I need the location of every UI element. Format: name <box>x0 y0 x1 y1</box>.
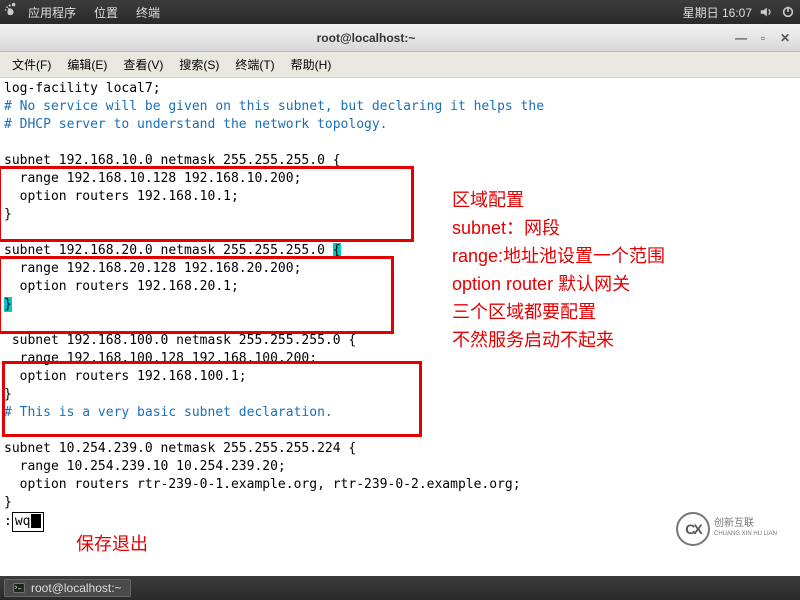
annotation-line: 不然服务启动不起来 <box>452 326 665 354</box>
menu-help[interactable]: 帮助(H) <box>285 54 338 75</box>
terminal-icon <box>13 582 25 594</box>
panel-places[interactable]: 位置 <box>86 2 126 23</box>
panel-applications[interactable]: 应用程序 <box>20 2 84 23</box>
highlight-box-subnet20 <box>0 256 394 334</box>
text-cursor <box>31 514 41 528</box>
logo-mark: CX <box>676 512 710 546</box>
terminal-comment: # No service will be given on this subne… <box>4 98 796 116</box>
annotation-block: 区域配置 subnet：网段 range:地址池设置一个范围 option ro… <box>452 186 665 354</box>
window-maximize-button[interactable]: ▫ <box>754 29 772 47</box>
highlight-box-subnet100 <box>2 361 422 437</box>
volume-icon[interactable] <box>758 4 774 20</box>
terminal-line: subnet 10.254.239.0 netmask 255.255.255.… <box>4 440 796 458</box>
menu-view[interactable]: 查看(V) <box>117 54 169 75</box>
window-minimize-button[interactable]: — <box>732 29 750 47</box>
gnome-foot-icon <box>4 2 18 16</box>
terminal-viewport[interactable]: log-facility local7; # No service will b… <box>0 78 800 576</box>
window-title: root@localhost:~ <box>0 31 732 45</box>
annotation-line: range:地址池设置一个范围 <box>452 242 665 270</box>
annotation-line: subnet：网段 <box>452 214 665 242</box>
taskbar-item-label: root@localhost:~ <box>31 581 122 595</box>
terminal-line <box>4 134 796 152</box>
watermark-logo: CX 创新互联 CHUANG XIN HU LIAN <box>676 510 796 548</box>
panel-clock[interactable]: 星期日 16:07 <box>683 4 752 21</box>
terminal-menubar: 文件(F) 编辑(E) 查看(V) 搜索(S) 终端(T) 帮助(H) <box>0 52 800 78</box>
logo-text-cn: 创新互联 <box>714 518 777 529</box>
terminal-line: option routers rtr-239-0-1.example.org, … <box>4 476 796 494</box>
highlight-box-subnet10 <box>0 166 414 242</box>
annotation-line: option router 默认网关 <box>452 270 665 298</box>
annotation-line: 三个区域都要配置 <box>452 298 665 326</box>
menu-terminal[interactable]: 终端(T) <box>229 54 280 75</box>
gnome-top-panel: 应用程序 位置 终端 星期日 16:07 <box>0 0 800 24</box>
terminal-line: log-facility local7; <box>4 80 796 98</box>
taskbar-item-terminal[interactable]: root@localhost:~ <box>4 579 131 597</box>
menu-search[interactable]: 搜索(S) <box>173 54 225 75</box>
power-icon[interactable] <box>780 4 796 20</box>
logo-text-en: CHUANG XIN HU LIAN <box>714 529 777 540</box>
menu-file[interactable]: 文件(F) <box>6 54 57 75</box>
terminal-comment: # DHCP server to understand the network … <box>4 116 796 134</box>
annotation-line: 区域配置 <box>452 186 665 214</box>
menu-edit[interactable]: 编辑(E) <box>61 54 113 75</box>
panel-terminal[interactable]: 终端 <box>128 2 168 23</box>
annotation-save-exit: 保存退出 <box>76 530 148 558</box>
terminal-line: subnet 192.168.100.0 netmask 255.255.255… <box>4 332 796 350</box>
window-titlebar: root@localhost:~ — ▫ ✕ <box>0 24 800 52</box>
window-close-button[interactable]: ✕ <box>776 29 794 47</box>
gnome-bottom-panel: root@localhost:~ <box>0 576 800 600</box>
terminal-line: range 10.254.239.10 10.254.239.20; <box>4 458 796 476</box>
